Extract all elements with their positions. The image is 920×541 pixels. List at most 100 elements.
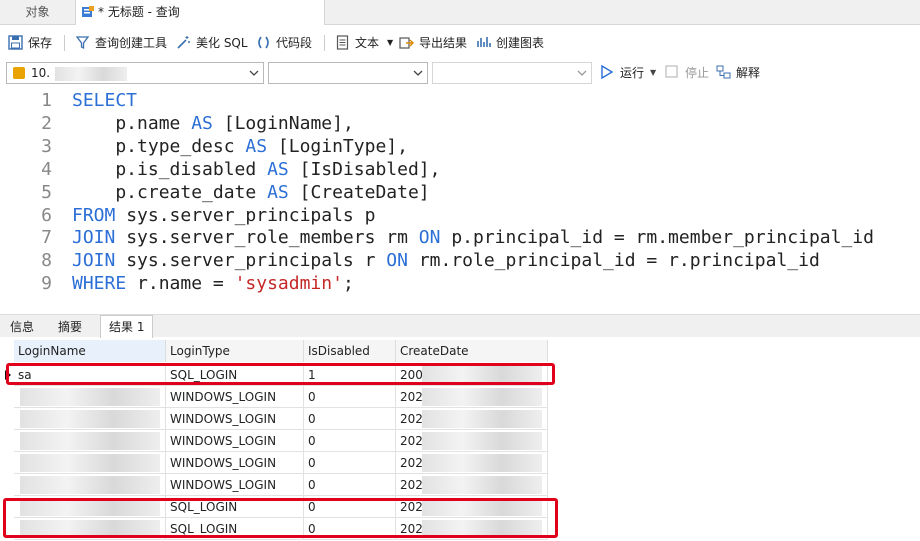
- tab-query-label: * 无标题 - 查询: [98, 5, 180, 19]
- create-chart-button[interactable]: 创建图表: [476, 33, 548, 53]
- chevron-down-icon: [413, 70, 423, 76]
- table-row[interactable]: WINDOWS_LOGIN 0 202: [0, 452, 548, 474]
- redacted-blur: [20, 454, 160, 472]
- line-number: 3: [41, 135, 52, 157]
- result-tabs: 信息 摘要 结果 1: [0, 314, 920, 338]
- table-row[interactable]: WINDOWS_LOGIN 0 202: [0, 430, 548, 452]
- line-number: 7: [41, 227, 52, 249]
- text-dropdown-button[interactable]: 文本 ▼: [335, 33, 393, 53]
- column-header-createdate[interactable]: CreateDate: [396, 340, 548, 362]
- redacted-blur: [20, 432, 160, 450]
- column-header-loginname[interactable]: LoginName: [14, 340, 166, 362]
- sql-keyword: AS: [267, 181, 289, 203]
- code-text: FROM sys.server_principals p: [72, 204, 375, 227]
- table-cell-logintype[interactable]: WINDOWS_LOGIN: [166, 452, 304, 474]
- sql-editor[interactable]: 1 SELECT 2 p.name AS [LoginName], 3 p.type_…: [0, 88, 920, 310]
- code-text: p.create_date AS [CreateDate]: [72, 181, 429, 204]
- code-line: 7 JOIN sys.server_role_members rm ON p.pr…: [0, 226, 920, 249]
- line-number: 1: [41, 90, 52, 111]
- table-cell-logintype[interactable]: WINDOWS_LOGIN: [166, 408, 304, 430]
- code-line: 9 WHERE r.name = 'sysadmin';: [0, 272, 920, 295]
- table-cell-isdisabled[interactable]: 0: [304, 430, 396, 452]
- stop-button[interactable]: 停止: [665, 63, 711, 83]
- sql-identifier: rm.role_principal_id = r.principal_id: [407, 250, 820, 272]
- code-text: p.name AS [LoginName],: [72, 112, 353, 135]
- table-row[interactable]: WINDOWS_LOGIN 0 202: [0, 386, 548, 408]
- line-number: 4: [41, 158, 52, 180]
- sql-identifier: sys.server_role_members rm: [115, 227, 419, 249]
- beautify-sql-button[interactable]: 美化 SQL: [176, 33, 250, 53]
- code-text: WHERE r.name = 'sysadmin';: [72, 272, 354, 295]
- toolbar-divider: [64, 35, 65, 51]
- toolbar: 保存 查询创建工具 美化 SQL 代码段 文本 ▼ 导出结果 创建图表: [0, 30, 920, 56]
- column-header-isdisabled[interactable]: IsDisabled: [304, 340, 396, 362]
- bar-chart-icon: [477, 37, 491, 47]
- code-text: p.is_disabled AS [IsDisabled],: [72, 158, 440, 181]
- export-label: 导出结果: [419, 36, 468, 50]
- sql-identifier: ;: [342, 273, 354, 295]
- document-tab-bar: 对象 * 无标题 - 查询: [0, 0, 920, 25]
- run-label: 运行: [620, 66, 645, 80]
- tab-objects[interactable]: 对象: [0, 0, 75, 24]
- explain-label: 解释: [736, 66, 761, 80]
- connection-bar: 10. 运行 ▼ 停止 解释: [0, 60, 920, 86]
- sql-keyword: SELECT: [72, 90, 138, 111]
- redacted-blur: [20, 476, 160, 494]
- beautify-label: 美化 SQL: [196, 36, 248, 50]
- sql-string: 'sysadmin': [234, 273, 343, 295]
- run-button[interactable]: 运行: [600, 63, 646, 83]
- chevron-down-icon: ▼: [387, 38, 394, 47]
- table-cell-logintype[interactable]: WINDOWS_LOGIN: [166, 430, 304, 452]
- tab-result-1[interactable]: 结果 1: [100, 315, 154, 338]
- query-icon: [82, 6, 94, 17]
- line-number: 2: [41, 112, 52, 134]
- line-number: 5: [41, 181, 52, 203]
- sql-identifier: p.is_disabled: [72, 158, 268, 180]
- code-text: JOIN sys.server_principals r ON rm.role_…: [72, 249, 820, 272]
- explain-button[interactable]: 解释: [716, 63, 766, 83]
- table-cell-isdisabled[interactable]: 0: [304, 474, 396, 496]
- tab-query[interactable]: * 无标题 - 查询: [75, 0, 325, 25]
- sql-identifier: p.type_desc: [72, 135, 246, 157]
- database-select[interactable]: [268, 62, 428, 84]
- table-cell-logintype[interactable]: WINDOWS_LOGIN: [166, 474, 304, 496]
- code-line: 2 p.name AS [LoginName],: [0, 112, 920, 135]
- export-results-button[interactable]: 导出结果: [399, 33, 469, 53]
- code-line: 5 p.create_date AS [CreateDate]: [0, 181, 920, 204]
- line-number: 9: [41, 273, 52, 295]
- code-text: SELECT: [72, 89, 137, 112]
- code-line: 3 p.type_desc AS [LoginType],: [0, 135, 920, 158]
- connection-select[interactable]: 10.: [6, 62, 264, 84]
- save-icon: [8, 35, 23, 50]
- snippet-label: 代码段: [276, 36, 313, 50]
- explain-icon: [716, 65, 731, 79]
- table-cell-isdisabled[interactable]: 0: [304, 408, 396, 430]
- server-icon: [13, 67, 25, 79]
- sql-keyword: WHERE: [72, 273, 127, 295]
- magic-wand-icon: [177, 36, 190, 49]
- tab-info[interactable]: 信息: [2, 317, 42, 337]
- tab-summary[interactable]: 摘要: [50, 317, 90, 337]
- table-row[interactable]: WINDOWS_LOGIN 0 202: [0, 474, 548, 496]
- save-button[interactable]: 保存: [8, 33, 56, 53]
- redacted-blur: [20, 410, 160, 428]
- line-number: 8: [41, 250, 52, 272]
- chevron-down-icon: [577, 70, 587, 76]
- sql-keyword: AS: [267, 158, 289, 180]
- redacted-blur: [422, 410, 542, 428]
- redacted-blur: [422, 388, 542, 406]
- code-line: 8 JOIN sys.server_principals r ON rm.role…: [0, 249, 920, 272]
- query-builder-button[interactable]: 查询创建工具: [75, 33, 170, 53]
- code-snippet-button[interactable]: 代码段: [256, 33, 316, 53]
- column-header-logintype[interactable]: LoginType: [166, 340, 304, 362]
- sql-identifier: p.create_date: [72, 181, 268, 203]
- table-cell-logintype[interactable]: WINDOWS_LOGIN: [166, 386, 304, 408]
- stop-icon: [665, 65, 678, 78]
- table-cell-isdisabled[interactable]: 0: [304, 452, 396, 474]
- schema-select[interactable]: [432, 62, 592, 84]
- table-cell-isdisabled[interactable]: 0: [304, 386, 396, 408]
- export-icon: [399, 37, 414, 49]
- table-row[interactable]: WINDOWS_LOGIN 0 202: [0, 408, 548, 430]
- run-dropdown-chevron-icon[interactable]: ▼: [650, 63, 656, 83]
- connection-value: 10.: [31, 66, 51, 80]
